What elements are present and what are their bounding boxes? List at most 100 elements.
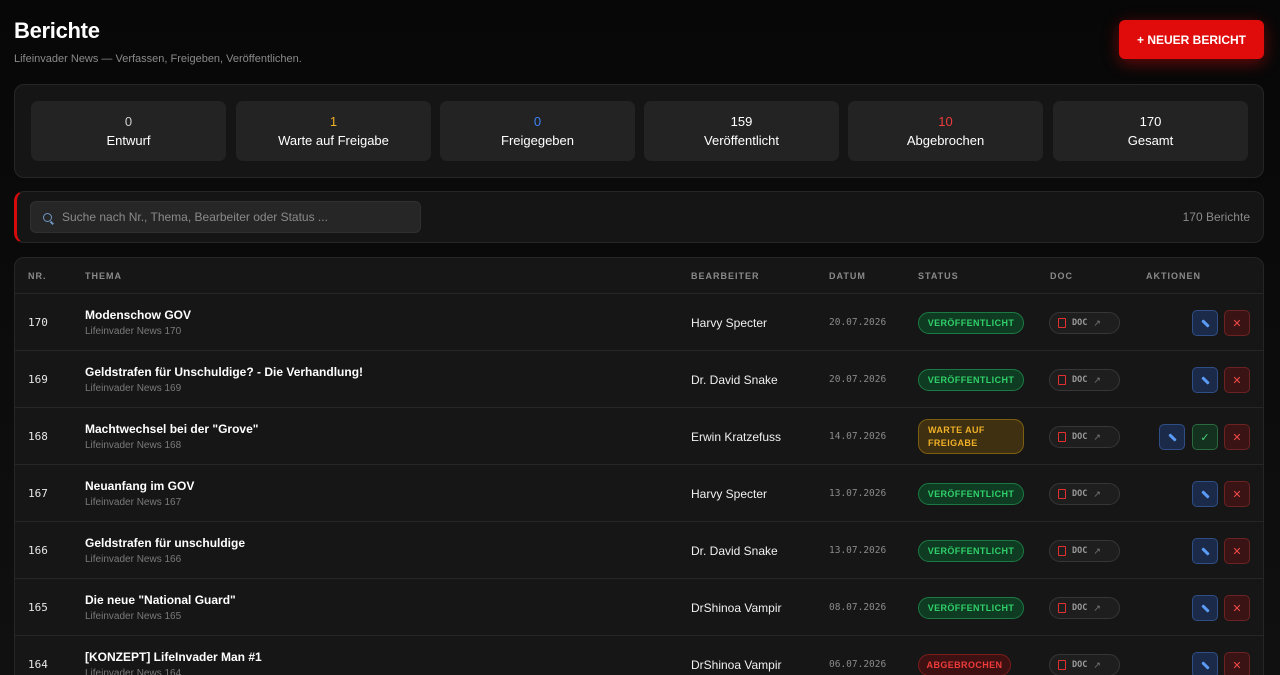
document-icon — [1058, 432, 1066, 442]
report-count: 170 Berichte — [1182, 210, 1250, 224]
edit-button[interactable] — [1192, 310, 1218, 336]
doc-button[interactable]: DOC ↗ — [1049, 654, 1120, 675]
status-badge: VERÖFFENTLICHT — [918, 483, 1024, 505]
report-date: 20.07.2026 — [829, 317, 887, 328]
column-header-doc: DOC — [1050, 271, 1073, 281]
close-icon: ✕ — [1232, 659, 1242, 672]
report-editor: Harvy Specter — [691, 316, 768, 330]
report-subtitle: Lifeinvader News 165 — [85, 611, 182, 622]
stat-label: Warte auf Freigabe — [278, 133, 389, 148]
pencil-icon — [1200, 660, 1210, 670]
document-icon — [1058, 660, 1066, 670]
column-header-status: STATUS — [918, 271, 959, 281]
edit-button[interactable] — [1192, 367, 1218, 393]
edit-button[interactable] — [1159, 424, 1185, 450]
status-badge: VERÖFFENTLICHT — [918, 369, 1024, 391]
stat-value: 170 — [1139, 114, 1162, 129]
close-icon: ✕ — [1232, 374, 1242, 387]
report-editor: Erwin Kratzefuss — [691, 430, 782, 444]
pencil-icon — [1200, 603, 1210, 613]
reports-table: NR. THEMA BEARBEITER DATUM STATUS DOC AK… — [14, 257, 1264, 675]
table-row[interactable]: 165 Die neue "National Guard" Lifeinvader … — [15, 579, 1263, 636]
delete-button[interactable]: ✕ — [1224, 538, 1250, 564]
check-icon: ✓ — [1200, 431, 1210, 444]
delete-button[interactable]: ✕ — [1224, 595, 1250, 621]
report-title[interactable]: Machtwechsel bei der "Grove" — [85, 422, 258, 436]
doc-button[interactable]: DOC ↗ — [1049, 369, 1120, 391]
report-date: 13.07.2026 — [829, 488, 887, 499]
table-row[interactable]: 166 Geldstrafen für unschuldige Lifeinvade… — [15, 522, 1263, 579]
column-header-actions: AKTIONEN — [1146, 271, 1201, 281]
doc-button[interactable]: DOC ↗ — [1049, 483, 1120, 505]
delete-button[interactable]: ✕ — [1224, 481, 1250, 507]
external-link-icon: ↗ — [1093, 317, 1101, 328]
delete-button[interactable]: ✕ — [1224, 310, 1250, 336]
report-title[interactable]: Neuanfang im GOV — [85, 479, 194, 493]
search-input[interactable] — [62, 210, 402, 224]
report-title[interactable]: Geldstrafen für Unschuldige? - Die Verha… — [85, 365, 363, 379]
table-row[interactable]: 170 Modenschow GOV Lifeinvader News 170 Har… — [15, 294, 1263, 351]
delete-button[interactable]: ✕ — [1224, 367, 1250, 393]
search-box[interactable] — [30, 201, 421, 233]
report-number: 165 — [28, 601, 48, 614]
report-title[interactable]: [KONZEPT] LifeInvader Man #1 — [85, 650, 262, 664]
close-icon: ✕ — [1232, 317, 1242, 330]
status-badge: VERÖFFENTLICHT — [918, 312, 1024, 334]
status-badge: VERÖFFENTLICHT — [918, 540, 1024, 562]
doc-button[interactable]: DOC ↗ — [1049, 312, 1120, 334]
report-number: 170 — [28, 316, 48, 329]
report-subtitle: Lifeinvader News 169 — [85, 383, 182, 394]
doc-label: DOC — [1072, 660, 1088, 670]
external-link-icon: ↗ — [1093, 545, 1101, 556]
report-title[interactable]: Die neue "National Guard" — [85, 593, 236, 607]
pencil-icon — [1200, 318, 1210, 328]
table-row[interactable]: 164 [KONZEPT] LifeInvader Man #1 Lifeinvad… — [15, 636, 1263, 675]
status-badge: WARTE AUF FREIGABE — [918, 419, 1024, 454]
report-editor: Dr. David Snake — [691, 373, 778, 387]
table-row[interactable]: 169 Geldstrafen für Unschuldige? - Die Ve… — [15, 351, 1263, 408]
edit-button[interactable] — [1192, 538, 1218, 564]
external-link-icon: ↗ — [1093, 488, 1101, 499]
stat-value: 0 — [533, 114, 542, 129]
pencil-icon — [1200, 489, 1210, 499]
close-icon: ✕ — [1232, 602, 1242, 615]
delete-button[interactable]: ✕ — [1224, 424, 1250, 450]
close-icon: ✕ — [1232, 545, 1242, 558]
doc-button[interactable]: DOC ↗ — [1049, 597, 1120, 619]
edit-button[interactable] — [1192, 652, 1218, 675]
report-title[interactable]: Geldstrafen für unschuldige — [85, 536, 245, 550]
doc-button[interactable]: DOC ↗ — [1049, 540, 1120, 562]
doc-button[interactable]: DOC ↗ — [1049, 426, 1120, 448]
close-icon: ✕ — [1232, 488, 1242, 501]
doc-label: DOC — [1072, 375, 1088, 385]
stat-label: Veröffentlicht — [704, 133, 779, 148]
report-subtitle: Lifeinvader News 166 — [85, 554, 182, 565]
stat-label: Freigegeben — [501, 133, 574, 148]
table-row[interactable]: 168 Machtwechsel bei der "Grove" Lifeinvad… — [15, 408, 1263, 465]
doc-label: DOC — [1072, 603, 1088, 613]
edit-button[interactable] — [1192, 481, 1218, 507]
report-number: 166 — [28, 544, 48, 557]
approve-button[interactable]: ✓ — [1192, 424, 1218, 450]
stat-value: 159 — [730, 114, 753, 129]
stat-card-waiting: 1 Warte auf Freigabe — [236, 101, 431, 161]
table-header: NR. THEMA BEARBEITER DATUM STATUS DOC AK… — [15, 258, 1263, 294]
report-date: 14.07.2026 — [829, 431, 887, 442]
edit-button[interactable] — [1192, 595, 1218, 621]
delete-button[interactable]: ✕ — [1224, 652, 1250, 675]
doc-label: DOC — [1072, 489, 1088, 499]
table-row[interactable]: 167 Neuanfang im GOV Lifeinvader News 167 H… — [15, 465, 1263, 522]
report-date: 13.07.2026 — [829, 545, 887, 556]
stat-value: 0 — [124, 114, 133, 129]
stat-value: 10 — [938, 114, 953, 129]
report-editor: DrShinoa Vampir — [691, 601, 782, 615]
stat-label: Gesamt — [1127, 133, 1174, 148]
status-badge: VERÖFFENTLICHT — [918, 597, 1024, 619]
new-report-button[interactable]: + NEUER BERICHT — [1119, 20, 1264, 59]
external-link-icon: ↗ — [1093, 659, 1101, 670]
stat-card-total: 170 Gesamt — [1053, 101, 1248, 161]
report-title[interactable]: Modenschow GOV — [85, 308, 191, 322]
column-header-date: DATUM — [829, 271, 866, 281]
report-subtitle: Lifeinvader News 168 — [85, 440, 182, 451]
external-link-icon: ↗ — [1093, 374, 1101, 385]
